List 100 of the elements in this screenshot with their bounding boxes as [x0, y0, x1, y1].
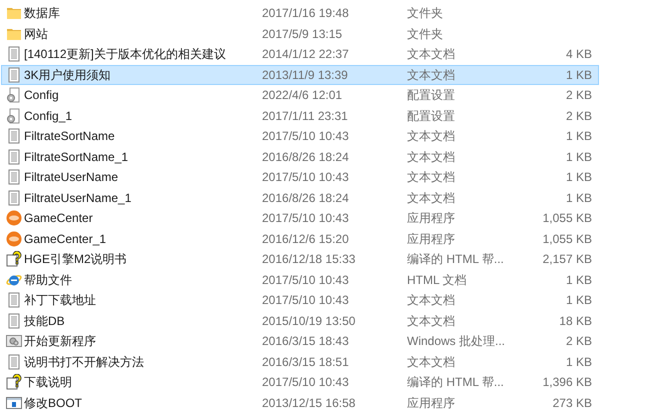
file-type: 文本文档 — [407, 66, 456, 84]
file-name: Config — [24, 87, 60, 104]
file-name: GameCenter_1 — [24, 230, 108, 248]
modified-date: 2017/5/10 10:43 — [262, 128, 350, 146]
document-icon — [6, 46, 22, 62]
file-type: 文本文档 — [407, 46, 456, 64]
file-row[interactable]: HGE引擎M2说明书 2016/12/18 15:33 编译的 HTML 帮... 2,157 KB — [1, 249, 599, 270]
modified-date: 2017/5/10 10:43 — [262, 210, 350, 228]
modified-date: 2022/4/6 12:01 — [262, 87, 344, 104]
file-name: Config_1 — [24, 108, 74, 125]
file-type: HTML 文档 — [407, 272, 468, 289]
file-size: 4 KB — [566, 46, 592, 64]
file-row[interactable]: FiltrateSortName_1 2016/8/26 18:24 文本文档 1 KB — [1, 146, 599, 167]
file-row[interactable]: FiltrateUserName 2017/5/10 10:43 文本文档 1 KB — [1, 167, 599, 188]
file-row[interactable]: 数据库 2017/1/16 19:48 文件夹 — [1, 3, 599, 24]
file-size: 18 KB — [559, 312, 592, 330]
modified-date: 2016/3/15 18:43 — [262, 333, 350, 350]
file-size: 2 KB — [566, 333, 592, 350]
file-row[interactable]: Config_1 2017/1/11 23:31 配置设置 2 KB — [1, 106, 599, 126]
help-document-icon — [6, 251, 22, 268]
file-size: 1 KB — [566, 292, 592, 310]
file-type: 文本文档 — [407, 292, 456, 310]
gear-window-icon — [6, 333, 22, 350]
modified-date: 2016/12/6 15:20 — [262, 230, 350, 248]
game-icon — [6, 230, 22, 247]
file-type: 应用程序 — [407, 394, 456, 412]
file-row[interactable]: FiltrateUserName_1 2016/8/26 18:24 文本文档 1 KB — [1, 188, 599, 208]
file-size: 1 KB — [566, 190, 592, 207]
file-name: 开始更新程序 — [24, 333, 97, 350]
file-size: 1 KB — [566, 169, 592, 186]
file-name: 数据库 — [24, 5, 61, 22]
modified-date: 2017/1/11 23:31 — [262, 108, 349, 125]
document-icon — [6, 66, 22, 83]
file-row[interactable]: FiltrateSortName 2017/5/10 10:43 文本文档 1 KB — [1, 126, 599, 146]
game-icon — [6, 210, 22, 226]
file-type: 配置设置 — [407, 108, 456, 125]
file-row[interactable]: 帮助文件 2017/5/10 10:43 HTML 文档 1 KB — [1, 270, 599, 290]
file-name: 补丁下载地址 — [24, 292, 97, 310]
file-row[interactable]: [140112更新]关于版本优化的相关建议 2014/1/12 22:37 文本文档 4 KB — [1, 44, 599, 64]
file-size: 1 KB — [566, 128, 592, 146]
file-type: 文本文档 — [407, 312, 456, 330]
file-name: [140112更新]关于版本优化的相关建议 — [24, 46, 227, 64]
file-size: 1 KB — [566, 148, 592, 166]
file-type: 应用程序 — [407, 210, 456, 228]
file-row[interactable]: 网站 2017/5/9 13:15 文件夹 — [1, 24, 599, 44]
file-row[interactable]: 补丁下载地址 2017/5/10 10:43 文本文档 1 KB — [1, 290, 599, 310]
file-type: 配置设置 — [407, 87, 456, 104]
file-type: 编译的 HTML 帮... — [407, 251, 505, 268]
file-size: 2 KB — [566, 87, 592, 104]
file-name: GameCenter — [24, 210, 94, 228]
file-row[interactable]: 技能DB 2015/10/19 13:50 文本文档 18 KB — [1, 310, 599, 331]
file-type: 文本文档 — [407, 169, 456, 186]
help-document-icon — [6, 374, 22, 390]
file-row[interactable]: 说明书打不开解决方法 2016/3/15 18:51 文本文档 1 KB — [1, 352, 599, 372]
document-icon — [6, 292, 22, 308]
folder-icon — [6, 5, 22, 22]
file-name: HGE引擎M2说明书 — [24, 251, 128, 268]
file-name: 3K用户使用须知 — [24, 66, 112, 84]
modified-date: 2014/1/12 22:37 — [262, 46, 350, 64]
file-name: 技能DB — [24, 312, 66, 330]
file-type: 文件夹 — [407, 26, 444, 43]
file-size: 1,396 KB — [542, 374, 592, 392]
document-icon — [6, 169, 22, 186]
modified-date: 2017/5/10 10:43 — [262, 374, 350, 392]
file-row[interactable]: GameCenter 2017/5/10 10:43 应用程序 1,055 KB — [1, 208, 599, 228]
document-icon — [6, 128, 22, 144]
file-row[interactable]: 开始更新程序 2016/3/15 18:43 Windows 批处理... 2 KB — [1, 331, 599, 352]
file-type: 文本文档 — [407, 354, 456, 371]
file-type: Windows 批处理... — [407, 333, 506, 350]
file-size: 1 KB — [566, 354, 592, 371]
file-size: 1,055 KB — [542, 230, 592, 248]
file-row[interactable]: GameCenter_1 2016/12/6 15:20 应用程序 1,055 KB — [1, 228, 599, 249]
file-type: 文本文档 — [407, 148, 456, 166]
modified-date: 2013/11/9 13:39 — [262, 66, 349, 84]
application-window-icon — [6, 394, 22, 411]
file-type: 编译的 HTML 帮... — [407, 374, 505, 392]
file-row[interactable]: 下载说明 2017/5/10 10:43 编译的 HTML 帮... 1,396 KB — [1, 372, 599, 392]
file-name: FiltrateUserName — [24, 169, 120, 186]
document-icon — [6, 354, 22, 370]
file-row[interactable]: Config 2022/4/6 12:01 配置设置 2 KB — [1, 85, 599, 106]
file-size: 2,157 KB — [542, 251, 592, 268]
file-name: FiltrateUserName_1 — [24, 190, 132, 207]
file-row[interactable]: 3K用户使用须知 2013/11/9 13:39 文本文档 1 KB — [1, 64, 599, 85]
document-icon — [6, 190, 22, 206]
file-type: 文本文档 — [407, 128, 456, 146]
file-size: 1 KB — [566, 272, 592, 289]
modified-date: 2017/5/10 10:43 — [262, 292, 350, 310]
file-row[interactable]: 修改BOOT 2013/12/15 16:58 应用程序 273 KB — [1, 392, 599, 413]
modified-date: 2016/8/26 18:24 — [262, 190, 350, 207]
modified-date: 2017/5/9 13:15 — [262, 26, 344, 43]
file-type: 文本文档 — [407, 190, 456, 207]
file-name: FiltrateSortName — [24, 128, 116, 146]
modified-date: 2013/12/15 16:58 — [262, 394, 356, 412]
modified-date: 2015/10/19 13:50 — [262, 312, 356, 330]
modified-date: 2017/1/16 19:48 — [262, 5, 350, 22]
file-size: 273 KB — [552, 394, 592, 412]
modified-date: 2016/12/18 15:33 — [262, 251, 356, 268]
file-size: 1 KB — [566, 66, 592, 84]
file-name: 说明书打不开解决方法 — [24, 354, 145, 371]
file-size: 1,055 KB — [542, 210, 592, 228]
